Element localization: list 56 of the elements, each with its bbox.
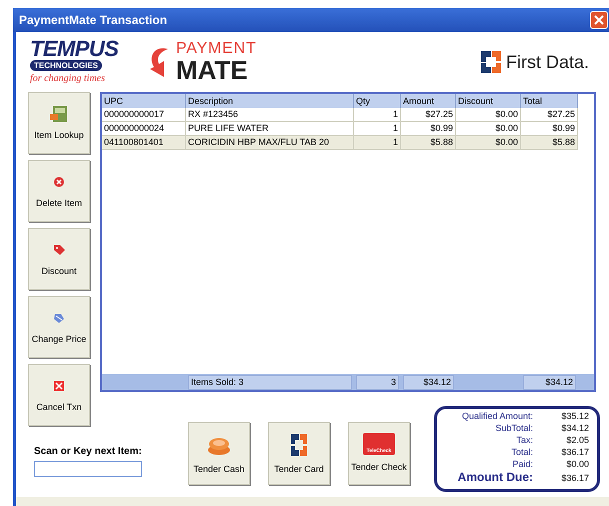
logo-text: MATE (176, 57, 249, 83)
table-cell: 041100801401 (102, 136, 186, 149)
side-button[interactable]: Delete Item (28, 160, 90, 222)
table-cell: RX #123456 (186, 108, 354, 121)
summary-label: Total: (510, 446, 533, 458)
summary-value: $0.00 (566, 458, 589, 470)
logo-mark-icon (480, 50, 502, 74)
footer-cell: $34.12 (523, 374, 576, 390)
table-cell: 1 (354, 108, 401, 121)
logo-text: TEMPUS (30, 38, 118, 60)
table-cell: $27.25 (521, 108, 578, 121)
table-cell: $0.00 (456, 122, 521, 135)
summary-label: Tax: (515, 434, 533, 446)
summary-value: $34.12 (561, 422, 589, 434)
table-cell: 1 (354, 136, 401, 149)
summary-value: $2.05 (566, 434, 589, 446)
summary-value: $36.17 (561, 472, 589, 484)
side-button[interactable]: Discount (28, 228, 90, 290)
table-cell: $0.00 (456, 136, 521, 149)
table-cell: 1 (354, 122, 401, 135)
tender-button[interactable]: Tender Cash (188, 422, 250, 485)
summary-value: $35.12 (561, 410, 589, 422)
footer-cell: Items Sold: 3 (188, 374, 352, 390)
logo-subtitle: TECHNOLOGIES (30, 60, 102, 71)
close-icon (594, 15, 604, 25)
summary-label: SubTotal: (494, 422, 533, 434)
table-cell: 000000000024 (102, 122, 186, 135)
scan-label: Scan or Key next Item: (34, 445, 143, 459)
table-cell: $0.00 (456, 108, 521, 121)
side-button[interactable]: Change Price (28, 296, 90, 358)
table-cell: $27.25 (401, 108, 456, 121)
summary-label: Amount Due: (456, 470, 533, 484)
summary-label: Paid: (511, 458, 533, 470)
close-button[interactable] (590, 11, 608, 29)
table-row[interactable]: 000000000024 PURE LIFE WATER 1 $0.99 $0.00 $0.99 (102, 122, 578, 136)
footer-cell: $34.12 (403, 374, 454, 390)
table-cell: 000000000017 (102, 108, 186, 121)
table-cell: $0.99 (521, 122, 578, 135)
logo-text: PAYMENT (176, 41, 257, 57)
table-cell: PURE LIFE WATER (186, 122, 354, 135)
side-button[interactable]: Cancel Txn (28, 364, 90, 426)
logo-tagline: for changing times (30, 72, 105, 86)
table-cell: $5.88 (521, 136, 578, 149)
summary-value: $36.17 (561, 446, 589, 458)
table-cell: CORICIDIN HBP MAX/FLU TAB 20 (186, 136, 354, 149)
scan-input-field[interactable] (34, 461, 142, 477)
logo-text: First Data. (506, 50, 589, 74)
summary-label: Qualified Amount: (460, 410, 533, 422)
table-row[interactable]: 000000000017 RX #123456 1 $27.25 $0.00 $27.25 (102, 108, 578, 122)
table-cell: $0.99 (401, 122, 456, 135)
side-button[interactable]: Item Lookup (28, 92, 90, 154)
table-row[interactable]: 041100801401 CORICIDIN HBP MAX/FLU TAB 20 1 $5.88 $0.00 $5.88 (102, 136, 578, 150)
window-title: PaymentMate Transaction (19, 12, 168, 29)
tender-button[interactable]: Tender Card (268, 422, 330, 485)
table-cell: $5.88 (401, 136, 456, 149)
footer-cell: 3 (356, 374, 399, 390)
